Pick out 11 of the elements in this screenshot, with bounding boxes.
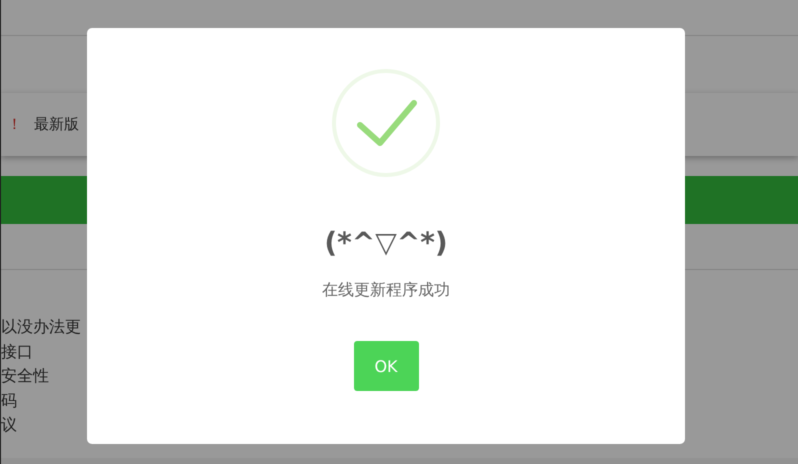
dialog-title: (*^▽^*)	[324, 225, 448, 261]
list-text: 以没办法更	[1, 316, 81, 338]
list-text: 接口	[1, 340, 33, 362]
list-text: 议	[1, 414, 17, 436]
list-text: 码	[1, 390, 17, 412]
dialog-message: 在线更新程序成功	[322, 280, 450, 300]
notice-text: 最新版	[34, 115, 79, 134]
ok-button[interactable]: OK	[354, 341, 418, 391]
list-text: 安全性	[1, 365, 49, 387]
warning-mark: ！	[7, 115, 22, 134]
checkmark-icon	[330, 67, 442, 179]
